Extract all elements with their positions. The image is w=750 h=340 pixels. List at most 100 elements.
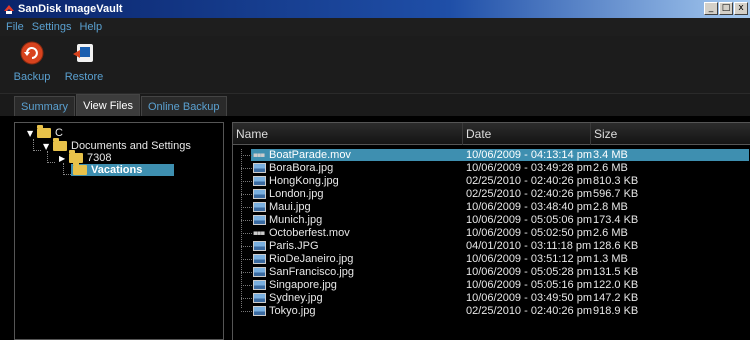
column-header-size[interactable]: Size xyxy=(591,123,750,145)
file-row[interactable]: Singapore.jpg 10/06/2009 - 05:05:16 pm 122… xyxy=(233,279,750,291)
file-row[interactable]: Sydney.jpg 10/06/2009 - 03:49:50 pm 147.2 … xyxy=(233,292,750,304)
image-file-icon xyxy=(253,202,266,212)
file-row[interactable]: London.jpg 02/25/2010 - 02:40:26 pm 596.7 … xyxy=(233,188,750,200)
file-row[interactable]: HongKong.jpg 02/25/2010 - 02:40:26 pm 810.… xyxy=(233,175,750,187)
folder-icon xyxy=(53,138,67,151)
file-name: Paris.JPG xyxy=(269,240,319,252)
file-size: 810.3 KB xyxy=(593,175,639,187)
tab-summary[interactable]: Summary xyxy=(14,96,76,116)
tree-connector xyxy=(241,220,252,221)
file-date: 10/06/2009 - 03:48:40 pm xyxy=(466,201,592,213)
file-name: HongKong.jpg xyxy=(269,175,339,187)
tree-node-documents[interactable]: ▼ Documents and Settings xyxy=(43,138,191,152)
file-row[interactable]: Paris.JPG 04/01/2010 - 03:11:18 pm 128.6 K… xyxy=(233,240,750,252)
file-name: Singapore.jpg xyxy=(269,279,337,291)
tree-connector xyxy=(33,139,41,151)
file-row[interactable]: Maui.jpg 10/06/2009 - 03:48:40 pm 2.8 MB xyxy=(233,201,750,213)
minimize-button[interactable]: _ xyxy=(704,2,718,15)
sandisk-logo-icon xyxy=(4,5,14,14)
image-file-icon xyxy=(253,306,266,316)
image-file-icon xyxy=(253,215,266,225)
tree-connector xyxy=(241,233,252,234)
tree-node-vacations[interactable]: Vacations xyxy=(71,162,175,176)
file-name: London.jpg xyxy=(269,188,324,200)
image-file-icon xyxy=(253,293,266,303)
file-size: 128.6 KB xyxy=(593,240,639,252)
expanded-arrow-icon[interactable]: ▼ xyxy=(27,129,37,138)
file-name: Octoberfest.mov xyxy=(269,227,350,239)
file-size: 131.5 KB xyxy=(593,266,639,278)
tree-connector xyxy=(241,207,252,208)
file-list-header: Name Date Size xyxy=(233,123,750,145)
window-title: SanDisk ImageVault xyxy=(18,3,123,15)
menu-file[interactable]: File xyxy=(2,21,28,33)
tree-connector xyxy=(241,168,252,169)
tree-node-label: Documents and Settings xyxy=(71,140,191,152)
file-date: 02/25/2010 - 02:40:26 pm xyxy=(466,188,592,200)
file-name: Maui.jpg xyxy=(269,201,311,213)
file-name: Munich.jpg xyxy=(269,214,323,226)
file-row[interactable]: Tokyo.jpg 02/25/2010 - 02:40:26 pm 918.9 K… xyxy=(233,305,750,317)
file-size: 3.4 MB xyxy=(593,149,628,161)
file-size: 1.3 MB xyxy=(593,253,628,265)
expanded-arrow-icon[interactable]: ▼ xyxy=(43,142,53,151)
file-row[interactable]: SanFrancisco.jpg 10/06/2009 - 05:05:28 pm… xyxy=(233,266,750,278)
tree-node-7308[interactable]: ▶ 7308 xyxy=(59,150,112,164)
file-row[interactable]: BoraBora.jpg 10/06/2009 - 03:49:28 pm 2.6 … xyxy=(233,162,750,174)
backup-icon xyxy=(20,41,44,65)
movie-file-icon: ▪▪▪ xyxy=(253,229,265,237)
file-date: 04/01/2010 - 03:11:18 pm xyxy=(466,240,592,252)
collapsed-arrow-icon[interactable]: ▶ xyxy=(59,154,69,163)
file-row[interactable]: ▪▪▪ BoatParade.mov 10/06/2009 - 04:13:14 p… xyxy=(233,149,750,161)
file-list: Name Date Size ▪▪▪ BoatParade.mov 10/06/20… xyxy=(232,122,750,340)
title-bar: SanDisk ImageVault _ □ x xyxy=(0,0,750,18)
file-size: 596.7 KB xyxy=(593,188,639,200)
backup-label: Backup xyxy=(13,71,51,83)
column-header-date[interactable]: Date xyxy=(463,123,591,145)
file-size: 122.0 KB xyxy=(593,279,639,291)
file-date: 10/06/2009 - 03:49:28 pm xyxy=(466,162,592,174)
file-name: BoatParade.mov xyxy=(269,149,351,161)
tab-online-backup[interactable]: Online Backup xyxy=(141,96,227,116)
tab-bar: Summary View Files Online Backup xyxy=(0,94,750,116)
restore-button[interactable]: Restore xyxy=(58,40,110,83)
image-file-icon xyxy=(253,163,266,173)
image-file-icon xyxy=(253,241,266,251)
tab-view-files[interactable]: View Files xyxy=(76,94,140,116)
folder-icon xyxy=(37,125,51,138)
image-file-icon xyxy=(253,176,266,186)
tree-connector xyxy=(241,298,252,299)
file-date: 10/06/2009 - 03:51:12 pm xyxy=(466,253,592,265)
file-name: BoraBora.jpg xyxy=(269,162,334,174)
tree-connector xyxy=(47,151,55,163)
maximize-button[interactable]: □ xyxy=(719,2,733,15)
file-row[interactable]: ▪▪▪ Octoberfest.mov 10/06/2009 - 05:02:50 … xyxy=(233,227,750,239)
file-date: 10/06/2009 - 05:05:06 pm xyxy=(466,214,592,226)
file-name: Tokyo.jpg xyxy=(269,305,316,317)
menu-help[interactable]: Help xyxy=(75,21,106,33)
close-button[interactable]: x xyxy=(734,2,748,15)
file-name: Sydney.jpg xyxy=(269,292,323,304)
tree-connector xyxy=(241,272,252,273)
toolbar: Backup Restore xyxy=(0,36,750,94)
file-size: 2.8 MB xyxy=(593,201,628,213)
backup-button[interactable]: Backup xyxy=(8,40,56,83)
tree-connector xyxy=(241,259,252,260)
tree-connector xyxy=(241,311,252,312)
tree-node-label: 7308 xyxy=(87,152,112,164)
tree-connector xyxy=(241,181,252,182)
menu-settings[interactable]: Settings xyxy=(28,21,76,33)
file-date: 10/06/2009 - 05:05:16 pm xyxy=(466,279,592,291)
image-file-icon xyxy=(253,280,266,290)
file-row[interactable]: Munich.jpg 10/06/2009 - 05:05:06 pm 173.4 … xyxy=(233,214,750,226)
tree-connector xyxy=(241,285,252,286)
file-name: SanFrancisco.jpg xyxy=(269,266,354,278)
file-date: 02/25/2010 - 02:40:26 pm xyxy=(466,175,592,187)
file-date: 10/06/2009 - 04:13:14 pm xyxy=(466,149,592,161)
folder-tree: ▼ C ▼ Documents and Settings ▶ 7308 Vaca… xyxy=(14,122,224,340)
file-size: 147.2 KB xyxy=(593,292,639,304)
file-size: 2.6 MB xyxy=(593,162,628,174)
file-row[interactable]: RioDeJaneiro.jpg 10/06/2009 - 03:51:12 pm… xyxy=(233,253,750,265)
column-header-name[interactable]: Name xyxy=(233,123,463,145)
movie-file-icon: ▪▪▪ xyxy=(253,151,265,159)
